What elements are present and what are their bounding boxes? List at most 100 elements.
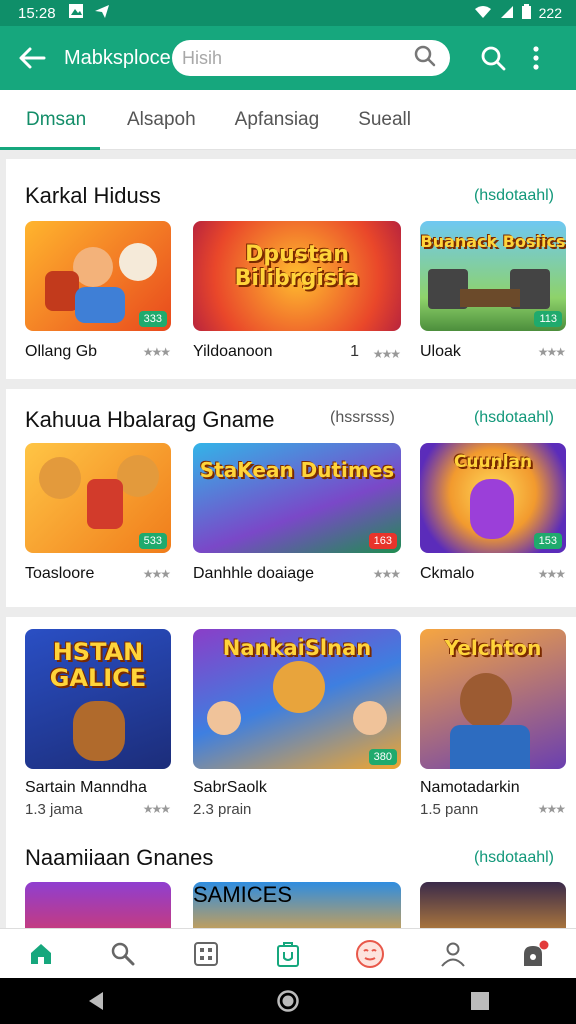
signal-icon xyxy=(500,5,514,22)
game-badge: 333 xyxy=(138,311,167,327)
nav-home[interactable] xyxy=(16,929,66,979)
square-recents-icon xyxy=(471,992,489,1010)
bag-icon xyxy=(276,941,299,967)
game-thumbnail-text: Dpustan Bilibrgisia xyxy=(234,242,360,292)
rating-stars-icon: ★★★ xyxy=(142,345,171,359)
game-name: Sartain Manndha xyxy=(25,779,147,796)
game-card[interactable]: 333 Ollang Gb ★★★ xyxy=(25,221,171,361)
game-thumbnail: Cuunlan 153 xyxy=(420,443,566,553)
game-thumbnail: Buanack Bosiics 113 xyxy=(420,221,566,331)
see-more-link[interactable]: (hsdotaahl) xyxy=(474,849,554,867)
system-back-button[interactable] xyxy=(66,978,126,1024)
system-navigation xyxy=(0,978,576,1024)
game-card[interactable]: HSTAN GALICE Sartain Manndha 1.3 jama ★★… xyxy=(25,629,171,818)
game-thumbnail: Dpustan Bilibrgisia xyxy=(193,221,401,331)
home-icon xyxy=(31,943,52,964)
rating-stars-icon: ★★★ xyxy=(372,567,401,581)
circle-home-icon xyxy=(277,990,299,1012)
system-recents-button[interactable] xyxy=(450,978,510,1024)
nav-notifications[interactable] xyxy=(510,929,560,979)
section-title: Karkal Hiduss xyxy=(25,183,161,208)
section-subtitle: (hssrsss) xyxy=(330,409,395,426)
triangle-back-icon xyxy=(89,992,103,1010)
more-vertical-icon xyxy=(533,46,539,70)
system-home-button[interactable] xyxy=(258,978,318,1024)
nav-apps[interactable] xyxy=(181,929,231,979)
game-badge: 533 xyxy=(138,533,167,549)
see-more-link[interactable]: (hsdotaahl) xyxy=(474,187,554,205)
tab-sueall[interactable]: Sueall xyxy=(358,90,411,150)
game-card[interactable]: StaKean Dutimes 163 Danhhle doaiage ★★★ xyxy=(193,443,401,583)
game-meta: 2.3 prain xyxy=(193,801,252,818)
nav-profile[interactable] xyxy=(428,929,478,979)
app-bar: Mabksploce xyxy=(0,26,576,90)
search-button[interactable] xyxy=(470,26,516,90)
game-thumbnail-text: Buanack Bosiics xyxy=(420,232,566,251)
game-name: SabrSaolk xyxy=(193,779,267,796)
rating-stars-icon: ★★★ xyxy=(142,802,171,816)
rating-stars-icon: ★★★ xyxy=(142,567,171,581)
game-card[interactable]: Buanack Bosiics 113 Uloak ★★★ xyxy=(420,221,566,361)
game-thumbnail-text: StaKean Dutimes xyxy=(199,458,395,482)
game-thumbnail-text: SAMICES xyxy=(193,882,293,907)
game-card[interactable]: 533 Toasloore ★★★ xyxy=(25,443,171,583)
tab-bar: Dmsan Alsapoh Apfansiag Sueall xyxy=(0,90,576,150)
game-thumbnail: HSTAN GALICE xyxy=(25,629,171,769)
game-thumbnail: 533 xyxy=(25,443,171,553)
rating-stars-icon: ★★★ xyxy=(537,567,566,581)
nav-search[interactable] xyxy=(98,929,148,979)
section-card: Kahuua Hbalarag Gname (hssrsss) (hsdotaa… xyxy=(6,389,576,607)
person-icon xyxy=(440,942,465,967)
rating-stars-icon: ★★★ xyxy=(372,347,401,361)
rating-stars-icon: ★★★ xyxy=(537,345,566,359)
nav-library[interactable] xyxy=(263,929,313,979)
back-button[interactable] xyxy=(0,26,64,90)
game-badge: 153 xyxy=(533,533,562,549)
game-thumbnail: NankaiSlnan 380 xyxy=(193,629,401,769)
game-thumbnail[interactable] xyxy=(25,882,171,928)
game-name: Namotadarkin xyxy=(420,779,520,796)
search-input[interactable] xyxy=(182,47,414,69)
status-time: 15:28 xyxy=(18,4,56,22)
tab-dmsan[interactable]: Dmsan xyxy=(0,90,100,150)
nav-games[interactable] xyxy=(345,929,395,979)
game-thumbnail[interactable]: SAMICES xyxy=(193,882,401,928)
search-box[interactable] xyxy=(172,40,450,76)
arrow-left-icon xyxy=(19,47,46,69)
game-thumbnail-text: HSTAN GALICE xyxy=(49,638,147,693)
game-thumbnail-text: Cuunlan xyxy=(453,452,533,472)
image-icon xyxy=(68,3,84,23)
game-badge: 163 xyxy=(368,533,397,549)
section-title: Naamiiaan Gnanes xyxy=(25,845,214,870)
game-card[interactable]: NankaiSlnan 380 SabrSaolk 2.3 prain xyxy=(193,629,401,818)
game-badge: 380 xyxy=(368,749,397,765)
send-icon xyxy=(94,3,110,23)
game-card[interactable]: Cuunlan 153 Ckmalo ★★★ xyxy=(420,443,566,583)
content-feed[interactable]: Karkal Hiduss (hsdotaahl) 333 Ollang Gb … xyxy=(0,152,576,928)
status-bar: 15:28 222 xyxy=(0,0,576,26)
tab-alsapoh[interactable]: Alsapoh xyxy=(127,90,196,150)
more-options-button[interactable] xyxy=(516,26,556,90)
grid-icon xyxy=(193,941,218,966)
game-thumbnail: 333 xyxy=(25,221,171,331)
search-icon xyxy=(481,46,506,71)
game-meta: 1 xyxy=(350,343,359,360)
search-icon[interactable] xyxy=(414,45,436,72)
game-card[interactable]: Yelchton Namotadarkin 1.5 pann ★★★ xyxy=(420,629,566,818)
game-badge: 113 xyxy=(534,311,562,327)
wifi-icon xyxy=(474,5,492,22)
see-more-link[interactable]: (hsdotaahl) xyxy=(474,409,554,427)
section-card: Karkal Hiduss (hsdotaahl) 333 Ollang Gb … xyxy=(6,159,576,379)
status-right-text: 222 xyxy=(538,5,562,21)
game-card[interactable]: Dpustan Bilibrgisia Yildoanoon 1 ★★★ xyxy=(193,221,401,361)
game-thumbnail[interactable] xyxy=(420,882,566,928)
game-thumbnail-text: NankaiSlnan xyxy=(222,636,372,660)
rating-stars-icon: ★★★ xyxy=(537,802,566,816)
search-icon xyxy=(112,942,135,965)
lock-bell-icon xyxy=(523,940,549,966)
tab-apfansiag[interactable]: Apfansiag xyxy=(235,90,320,150)
battery-icon xyxy=(521,4,531,22)
section-title: Kahuua Hbalarag Gname xyxy=(25,407,275,432)
game-thumbnail: StaKean Dutimes 163 xyxy=(193,443,401,553)
face-icon xyxy=(356,939,385,968)
